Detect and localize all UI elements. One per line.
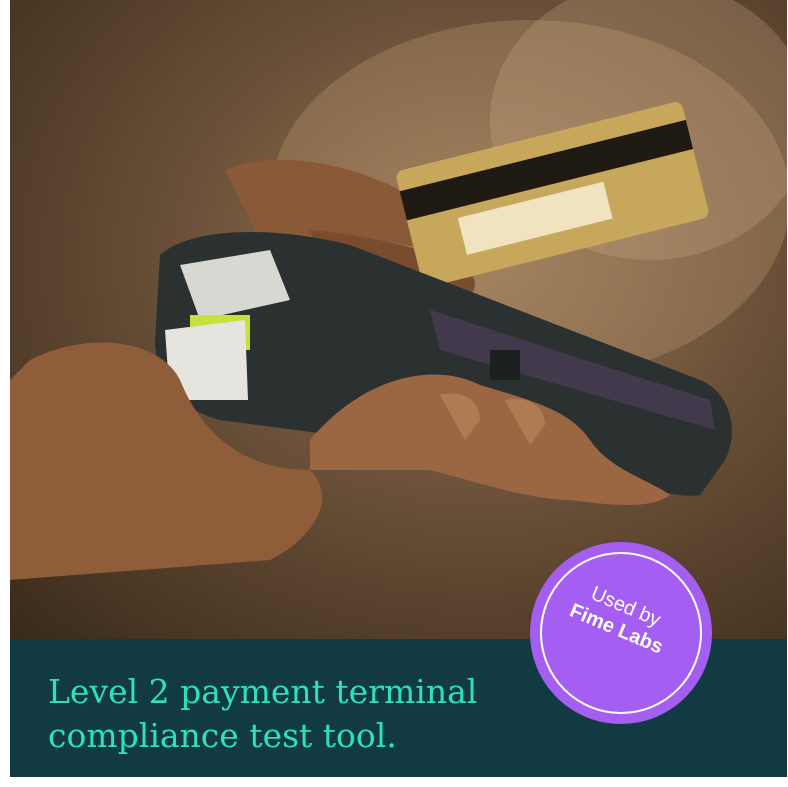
- hero-image: [10, 0, 787, 639]
- payment-terminal-illustration: [10, 0, 787, 580]
- used-by-badge: Used by Fime Labs: [530, 542, 712, 724]
- headline: Level 2 payment terminal compliance test…: [48, 672, 478, 755]
